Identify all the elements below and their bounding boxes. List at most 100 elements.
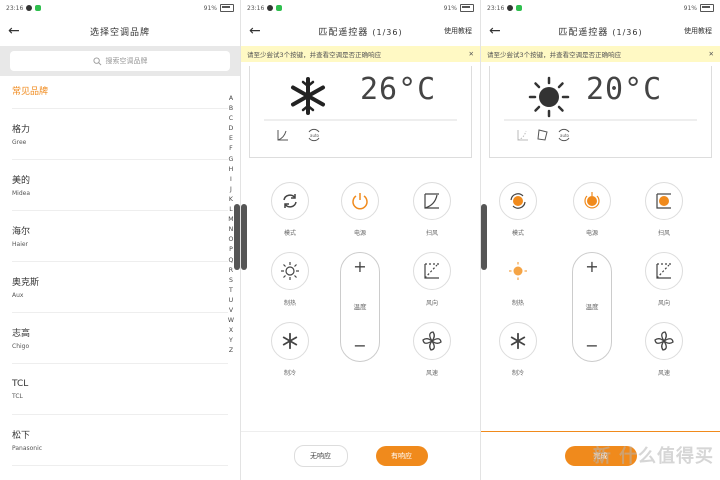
brand-item[interactable]: TCL TCL <box>12 364 228 415</box>
alphabet-letter[interactable]: I <box>230 175 232 185</box>
page-title: 选择空调品牌 <box>89 27 150 38</box>
alphabet-letter[interactable]: E <box>229 134 233 144</box>
brand-cn: 志高 <box>12 329 31 339</box>
mode-button[interactable] <box>271 182 309 220</box>
brand-en: Panasonic <box>12 445 43 452</box>
temp-down-button[interactable]: − <box>573 336 611 355</box>
alphabet-letter[interactable]: A <box>229 94 233 104</box>
status-bar: 23:16 91% <box>481 0 720 16</box>
sweep-button[interactable] <box>645 182 683 220</box>
speed-label: 风速 <box>657 370 670 377</box>
power-label: 电源 <box>353 230 366 237</box>
help-link[interactable]: 使用教程 <box>444 26 472 36</box>
alarm-icon <box>26 5 33 11</box>
alphabet-letter[interactable]: G <box>229 155 234 165</box>
alphabet-letter[interactable]: H <box>229 165 234 175</box>
alphabet-letter[interactable]: B <box>229 104 233 114</box>
cool-button[interactable] <box>499 322 537 360</box>
search-icon <box>92 56 101 65</box>
alphabet-letter[interactable]: Y <box>229 336 233 346</box>
display-divider <box>264 119 457 121</box>
scroll-handle[interactable] <box>241 204 247 270</box>
battery-icon <box>220 4 234 12</box>
brand-item[interactable]: 美的 Midea <box>12 160 228 211</box>
back-arrow-icon[interactable]: ← <box>489 23 509 39</box>
temp-up-button[interactable]: + <box>573 257 611 276</box>
alphabet-letter[interactable]: R <box>229 266 233 276</box>
close-icon[interactable]: ✕ <box>469 50 474 58</box>
heat-button[interactable] <box>271 252 309 290</box>
alphabet-letter[interactable]: S <box>229 276 233 286</box>
direction-button[interactable] <box>413 252 451 290</box>
temp-up-button[interactable]: + <box>341 257 379 276</box>
alphabet-letter[interactable]: L <box>229 205 232 215</box>
status-time: 23:16 <box>487 4 505 12</box>
temperature-display: 20°C <box>586 72 663 107</box>
temp-label: 温度 <box>353 303 367 311</box>
alphabet-letter[interactable]: W <box>228 316 234 326</box>
mode-button[interactable] <box>499 182 537 220</box>
brand-en: Chigo <box>12 343 30 350</box>
alphabet-letter[interactable]: V <box>229 306 233 316</box>
alphabet-letter[interactable]: M <box>228 215 233 225</box>
brand-item[interactable]: 松下 Panasonic <box>12 415 228 466</box>
display-divider <box>504 119 697 121</box>
brand-select-screen: 23:16 91% ← 选择空调品牌 搜索空调品牌 常见品牌 格力 Gree 美的… <box>0 0 240 480</box>
direction-icon <box>656 263 671 279</box>
alphabet-letter[interactable]: N <box>229 225 234 235</box>
temperature-control: + 温度 − <box>572 252 612 362</box>
no-response-button[interactable]: 无响应 <box>293 445 348 467</box>
sweep-button[interactable] <box>413 182 451 220</box>
brand-item[interactable]: 志高 Chigo <box>12 313 228 364</box>
cool-button[interactable] <box>271 322 309 360</box>
status-bar: 23:16 91% <box>241 0 480 16</box>
status-icons: auto <box>276 128 322 142</box>
tip-text: 请至少尝试3个按键，并查看空调是否正确响应 <box>247 51 382 59</box>
alphabet-letter[interactable]: Q <box>229 256 234 266</box>
sun-icon <box>528 76 570 118</box>
alphabet-letter[interactable]: J <box>230 185 232 195</box>
snowflake-icon <box>510 332 526 350</box>
alphabet-letter[interactable]: Z <box>229 346 233 356</box>
brand-item[interactable]: 海尔 Haier <box>12 211 228 262</box>
alphabet-letter[interactable]: U <box>229 296 234 306</box>
speed-button[interactable] <box>645 322 683 360</box>
search-input[interactable]: 搜索空调品牌 <box>10 51 230 71</box>
alphabet-letter[interactable]: T <box>229 286 233 296</box>
alphabet-letter[interactable]: P <box>229 245 233 255</box>
alphabet-letter[interactable]: K <box>229 195 233 205</box>
temperature-display: 26°C <box>360 72 437 107</box>
status-battery: 91% <box>203 4 217 12</box>
brand-en: Gree <box>12 139 27 146</box>
alphabet-letter[interactable]: F <box>229 144 233 154</box>
title-text: 匹配遥控器 <box>558 27 609 38</box>
heat-button[interactable] <box>499 252 537 290</box>
power-button[interactable] <box>573 182 611 220</box>
match-count: (1/36) <box>612 27 643 37</box>
screens: 23:16 91% ← 选择空调品牌 搜索空调品牌 常见品牌 格力 Gree 美的… <box>0 0 720 480</box>
temp-down-button[interactable]: − <box>341 336 379 355</box>
direction-button[interactable] <box>645 252 683 290</box>
back-arrow-icon[interactable]: ← <box>8 23 28 39</box>
power-button[interactable] <box>341 182 379 220</box>
status-battery: 91% <box>683 4 697 12</box>
has-response-button[interactable]: 有响应 <box>375 446 428 466</box>
remote-match-screen-1: 23:16 91% ← 匹配遥控器 (1/36) 使用教程 请至少尝试3个按键，并… <box>240 0 480 480</box>
brand-item[interactable]: 格力 Gree <box>12 109 228 160</box>
alphabet-letter[interactable]: D <box>229 124 234 134</box>
svg-text:auto: auto <box>310 133 320 138</box>
search-bar: 搜索空调品牌 <box>0 46 240 76</box>
brand-item[interactable]: 奥克斯 Aux <box>12 262 228 313</box>
alphabet-letter[interactable]: C <box>229 114 233 124</box>
direction-icon <box>537 129 548 141</box>
fan-icon <box>422 331 442 351</box>
scroll-handle[interactable] <box>481 204 487 270</box>
alphabet-letter[interactable]: X <box>229 326 233 336</box>
speed-label: 风速 <box>425 370 438 377</box>
help-link[interactable]: 使用教程 <box>684 26 712 36</box>
alphabet-letter[interactable]: O <box>229 235 234 245</box>
back-arrow-icon[interactable]: ← <box>249 23 269 39</box>
refresh-icon <box>283 194 297 208</box>
close-icon[interactable]: ✕ <box>709 50 714 58</box>
speed-button[interactable] <box>413 322 451 360</box>
